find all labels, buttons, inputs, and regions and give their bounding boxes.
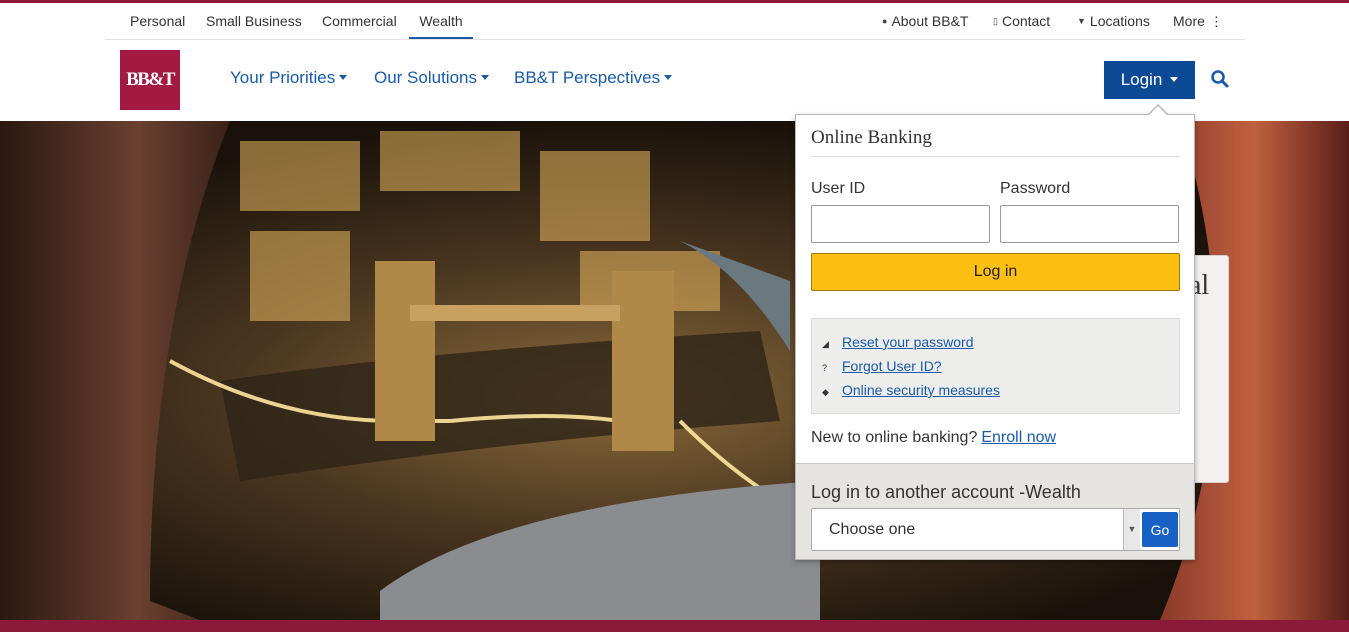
password-label: Password [1000, 180, 1071, 197]
contact-link[interactable]: ▯ Contact [993, 3, 1050, 39]
password-input[interactable] [1000, 205, 1179, 243]
reset-password-link[interactable]: Reset your password [842, 334, 974, 350]
panel-pointer-fill [1148, 106, 1168, 116]
person-icon: ● [882, 16, 888, 26]
help-item-reset: ◢ Reset your password [822, 334, 974, 350]
tab-wealth[interactable]: Wealth [409, 3, 473, 39]
tab-small-business[interactable]: Small Business [206, 3, 302, 39]
nav-our-solutions-label: Our Solutions [374, 68, 477, 87]
nav-our-solutions[interactable]: Our Solutions [374, 68, 489, 88]
login-button[interactable]: Login [1104, 61, 1195, 99]
question-icon: ? [822, 363, 828, 373]
locations-label: Locations [1089, 13, 1150, 29]
select-value: Choose one [829, 521, 916, 538]
about-link[interactable]: ● About BB&T [882, 3, 968, 39]
go-button[interactable]: Go [1142, 512, 1178, 547]
nav-your-priorities-label: Your Priorities [230, 68, 336, 87]
tab-personal[interactable]: Personal [130, 3, 185, 39]
panel-title: Online Banking [811, 127, 932, 148]
enroll-line: New to online banking? Enroll now [811, 429, 1056, 447]
utility-nav: Personal Small Business Commercial Wealt… [105, 3, 1245, 40]
user-id-label: User ID [811, 180, 866, 197]
more-link[interactable]: More ⋮ [1173, 3, 1223, 39]
key-icon: ◢ [822, 339, 829, 349]
vertical-ellipsis-icon: ⋮ [1209, 14, 1223, 29]
nav-bbt-perspectives[interactable]: BB&T Perspectives [514, 68, 673, 88]
caret-down-icon [1170, 77, 1179, 82]
caret-down-icon [481, 75, 489, 80]
forgot-user-id-link[interactable]: Forgot User ID? [842, 358, 942, 374]
phone-icon: ▯ [993, 16, 998, 26]
help-links-box: ◢ Reset your password ? Forgot User ID? ◆ O… [811, 318, 1180, 414]
help-item-forgot: ? Forgot User ID? [822, 358, 942, 374]
caret-down-icon [339, 75, 348, 80]
user-id-input[interactable] [811, 205, 990, 243]
caret-down-icon [664, 75, 673, 80]
other-account-section: Log in to another account -Wealth Choose… [796, 463, 1194, 559]
more-label: More [1173, 13, 1205, 29]
help-item-security: ◆ Online security measures [822, 382, 1000, 398]
bottom-brand-stripe [0, 620, 1349, 632]
enroll-prompt: New to online banking? [811, 429, 978, 446]
shield-icon: ◆ [822, 387, 829, 397]
chevron-down-icon[interactable]: ▼ [1123, 509, 1140, 550]
other-account-label: Log in to another account -Wealth [811, 482, 1081, 502]
locations-link[interactable]: ▼ Locations [1077, 3, 1150, 39]
search-button[interactable] [1209, 68, 1231, 90]
panel-divider [811, 156, 1180, 157]
contact-label: Contact [1001, 13, 1051, 29]
login-button-label: Login [1120, 70, 1163, 89]
security-measures-link[interactable]: Online security measures [842, 382, 1000, 398]
about-label: About BB&T [891, 13, 969, 29]
search-icon [1211, 70, 1229, 88]
nav-your-priorities[interactable]: Your Priorities [230, 68, 348, 88]
map-pin-icon: ▼ [1077, 16, 1086, 26]
online-banking-panel: Online Banking User ID Password Log in ◢… [795, 114, 1195, 560]
account-type-select[interactable]: Choose one ▼ Go [811, 508, 1180, 551]
nav-bbt-perspectives-label: BB&T Perspectives [514, 68, 661, 87]
log-in-button[interactable]: Log in [811, 253, 1180, 291]
tab-commercial[interactable]: Commercial [322, 3, 397, 39]
enroll-now-link[interactable]: Enroll now [981, 429, 1056, 446]
bbt-logo[interactable]: BB&T [120, 50, 180, 110]
